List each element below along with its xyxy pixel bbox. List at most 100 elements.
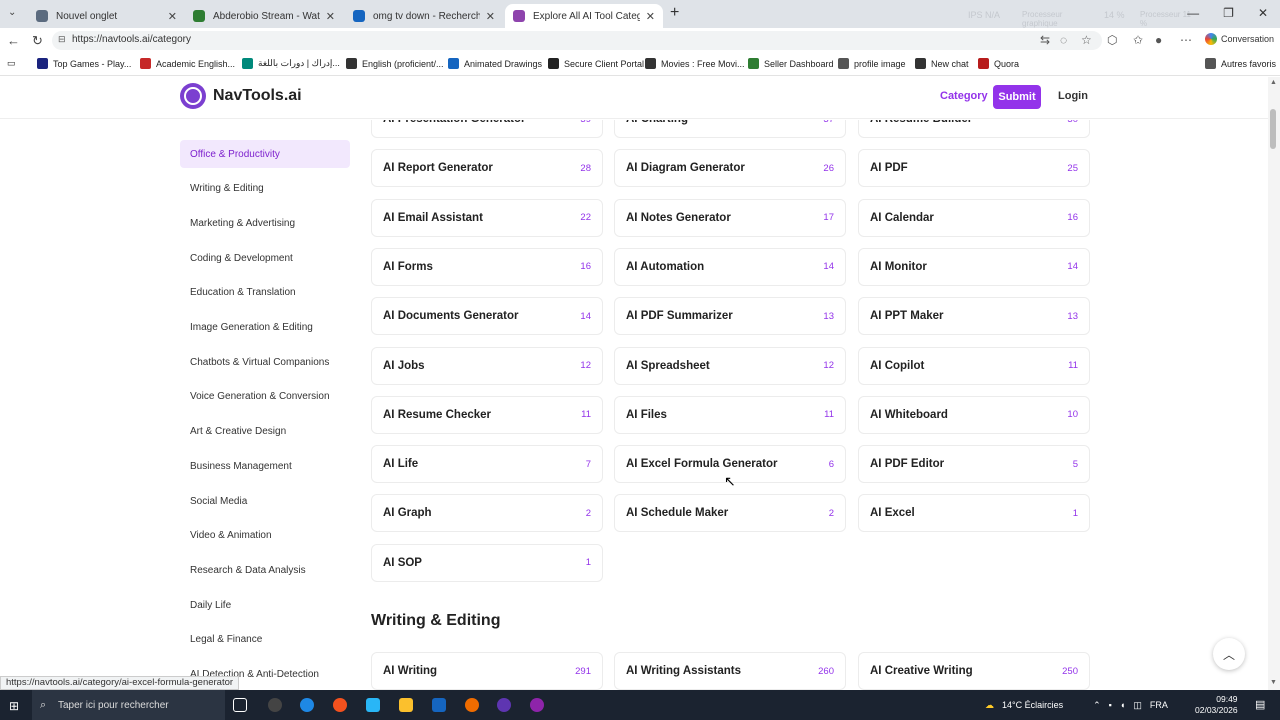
sidebar-item[interactable]: Art & Creative Design — [180, 418, 350, 446]
bookmark-item[interactable]: New chat — [915, 58, 969, 69]
scroll-down-arrow-icon[interactable]: ▼ — [1270, 679, 1277, 686]
tool-category-card[interactable]: AI Email Assistant 22 — [371, 198, 603, 237]
sidebar-item[interactable]: Legal & Finance — [180, 626, 350, 654]
bookmark-item[interactable]: Autres favoris — [1205, 58, 1276, 69]
submit-button[interactable]: Submit — [993, 85, 1041, 109]
sidebar-item[interactable]: Education & Translation — [180, 279, 350, 307]
tool-category-card[interactable]: AI SOP 1 — [371, 543, 603, 582]
back-arrow-icon[interactable]: ← — [7, 33, 20, 48]
taskbar-app-icon[interactable] — [268, 698, 282, 712]
new-tab-button[interactable]: + — [670, 4, 679, 22]
scrollbar-thumb[interactable] — [1270, 109, 1276, 149]
bookmark-item[interactable]: Secure Client Portal — [548, 58, 644, 69]
tool-category-card[interactable]: AI Files 11 — [614, 395, 846, 434]
sidebar-item[interactable]: Image Generation & Editing — [180, 314, 350, 342]
bookmark-item[interactable]: English (proficient/... — [346, 58, 444, 69]
bookmark-item[interactable]: Movies : Free Movi... — [645, 58, 745, 69]
tool-category-card[interactable]: AI Automation 14 — [614, 247, 846, 286]
sidebar-item[interactable]: Business Management — [180, 452, 350, 480]
tool-category-card[interactable]: AI Spreadsheet 12 — [614, 346, 846, 385]
tool-category-card[interactable]: AI PDF Summarizer 13 — [614, 297, 846, 336]
page-scrollbar[interactable]: ▲ ▼ — [1268, 77, 1280, 690]
sidebar-item[interactable]: Daily Life — [180, 591, 350, 619]
translate-icon[interactable]: ⇆ — [1040, 33, 1050, 47]
sidebar-item[interactable]: Video & Animation — [180, 522, 350, 550]
tool-category-card[interactable]: AI Diagram Generator 26 — [614, 149, 846, 188]
weather-text[interactable]: 14°C Éclaircies — [1002, 700, 1063, 710]
tool-category-card[interactable]: AI Schedule Maker 2 — [614, 494, 846, 533]
bookmark-item[interactable]: Animated Drawings — [448, 58, 542, 69]
tool-category-card[interactable]: AI Monitor 14 — [858, 247, 1090, 286]
minimize-icon[interactable]: — — [1187, 6, 1199, 20]
mail-icon[interactable] — [432, 698, 446, 712]
navtools-logo[interactable] — [180, 83, 206, 109]
sidebar-item[interactable]: Marketing & Advertising — [180, 209, 350, 237]
tab-close-icon[interactable]: ✕ — [486, 10, 495, 23]
store-icon[interactable] — [366, 698, 380, 712]
browser-tab[interactable]: omg tv down - Recherche ✕ — [345, 4, 503, 28]
brand-name[interactable]: NavTools.ai — [213, 87, 302, 105]
tool-category-card[interactable]: AI Resume Builder 30 — [858, 120, 1090, 138]
nav-category-link[interactable]: Category — [940, 90, 988, 102]
tool-category-card[interactable]: AI Writing Assistants 260 — [614, 652, 846, 690]
tool-category-card[interactable]: AI Excel 1 — [858, 494, 1090, 533]
tab-list-chevron-icon[interactable]: ⌄ — [8, 7, 16, 18]
tool-category-card[interactable]: AI Calendar 16 — [858, 198, 1090, 237]
bookmark-item[interactable]: Seller Dashboard — [748, 58, 834, 69]
close-window-icon[interactable]: ✕ — [1258, 6, 1268, 20]
sidebar-toggle-icon[interactable]: ▭ — [7, 58, 16, 69]
tab-close-icon[interactable]: ✕ — [326, 10, 335, 23]
browser-tab[interactable]: Explore All AI Tool Categories - Na ✕ — [505, 4, 663, 28]
bookmark-item[interactable]: Quora — [978, 58, 1019, 69]
sidebar-item[interactable]: Coding & Development — [180, 244, 350, 272]
sidebar-item[interactable]: Research & Data Analysis — [180, 556, 350, 584]
sidebar-item[interactable]: Office & Productivity — [180, 140, 350, 168]
taskbar-app-icon[interactable] — [530, 698, 544, 712]
browser-tab[interactable]: Nouvel onglet ✕ — [28, 4, 185, 28]
favorite-star-icon[interactable]: ☆ — [1081, 33, 1092, 47]
taskbar-search[interactable]: ⌕ Taper ici pour rechercher — [32, 690, 225, 720]
tool-category-card[interactable]: AI PPT Maker 13 — [858, 297, 1090, 336]
scroll-up-arrow-icon[interactable]: ▲ — [1270, 79, 1277, 86]
bookmark-item[interactable]: Academic English... — [140, 58, 235, 69]
login-button[interactable]: Login — [1058, 90, 1088, 102]
tool-category-card[interactable]: AI Forms 16 — [371, 247, 603, 286]
tool-category-card[interactable]: AI Creative Writing 250 — [858, 652, 1090, 690]
extensions-icon[interactable]: ⬡ — [1107, 33, 1117, 47]
tool-category-card[interactable]: AI Life 7 — [371, 445, 603, 484]
scroll-to-top-button[interactable]: ︿ — [1213, 638, 1245, 670]
tool-category-card[interactable]: AI PDF 25 — [858, 149, 1090, 188]
tool-category-card[interactable]: AI Documents Generator 14 — [371, 297, 603, 336]
tool-category-card[interactable]: AI Writing 291 — [371, 652, 603, 690]
tool-category-card[interactable]: AI Copilot 11 — [858, 346, 1090, 385]
tool-category-card[interactable]: AI Charting 37 — [614, 120, 846, 138]
maximize-icon[interactable]: ❐ — [1223, 6, 1234, 20]
reload-icon[interactable]: ↻ — [32, 33, 43, 49]
edge-icon[interactable] — [300, 698, 314, 712]
taskbar-app-icon[interactable] — [465, 698, 479, 712]
firefox-icon[interactable] — [333, 698, 347, 712]
tab-close-icon[interactable]: ✕ — [646, 10, 655, 23]
tool-category-card[interactable]: AI Whiteboard 10 — [858, 395, 1090, 434]
sidebar-item[interactable]: Social Media — [180, 487, 350, 515]
tray-icon[interactable]: ▪ — [1109, 700, 1112, 710]
language-label[interactable]: FRA — [1150, 700, 1168, 710]
tool-category-card[interactable]: AI Resume Checker 11 — [371, 395, 603, 434]
bookmark-item[interactable]: إدراك | دورات باللغة... — [242, 58, 340, 69]
tool-category-card[interactable]: AI Report Generator 28 — [371, 149, 603, 188]
tool-category-card[interactable]: AI Notes Generator 17 — [614, 198, 846, 237]
reader-icon[interactable]: ◌ — [1060, 33, 1067, 47]
browser-tab[interactable]: Abderobio Stream - Watch Live on ✕ — [185, 4, 343, 28]
volume-icon[interactable]: ◖ — [1120, 700, 1125, 710]
site-info-icon[interactable]: ⊟ — [58, 34, 66, 45]
more-menu-icon[interactable]: ⋯ — [1180, 33, 1192, 47]
notification-icon[interactable]: ▤ — [1255, 698, 1265, 711]
profile-avatar-icon[interactable]: ● — [1155, 33, 1162, 47]
tray-chevron-icon[interactable]: ⌃ — [1093, 700, 1101, 711]
taskbar-clock[interactable]: 09:49 02/03/2026 — [1195, 694, 1238, 716]
task-view-icon[interactable] — [233, 698, 247, 712]
windows-start-icon[interactable]: ⊞ — [9, 699, 19, 713]
tool-category-card[interactable]: AI Jobs 12 — [371, 346, 603, 385]
network-icon[interactable]: ◫ — [1133, 700, 1142, 711]
bookmark-item[interactable]: Top Games - Play... — [37, 58, 131, 69]
